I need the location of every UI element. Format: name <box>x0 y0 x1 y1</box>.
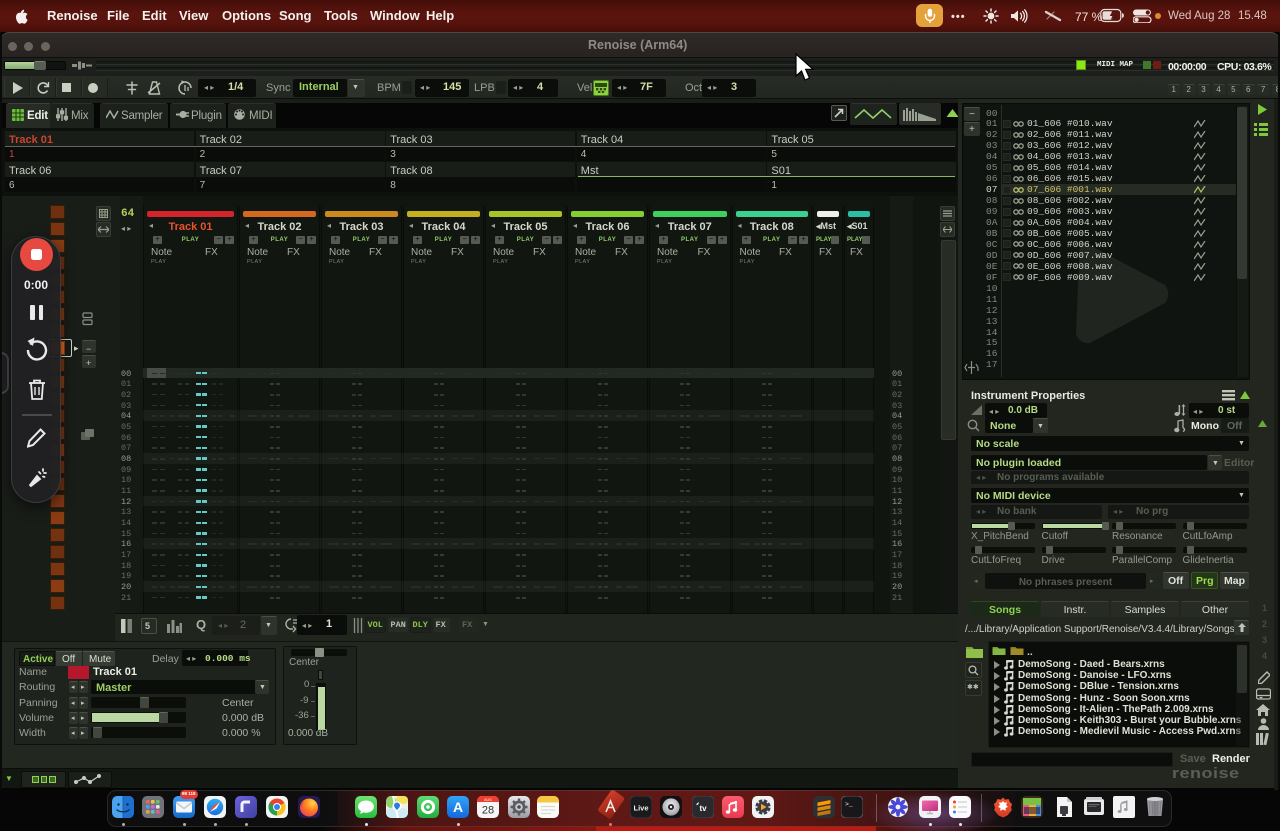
svg-text:A: A <box>453 799 463 815</box>
svg-text:28: 28 <box>482 805 494 817</box>
svg-text:Live: Live <box>633 804 648 813</box>
svg-text:tv: tv <box>699 804 707 813</box>
svg-text:>_: >_ <box>845 801 853 808</box>
svg-text:AUG: AUG <box>484 798 492 802</box>
